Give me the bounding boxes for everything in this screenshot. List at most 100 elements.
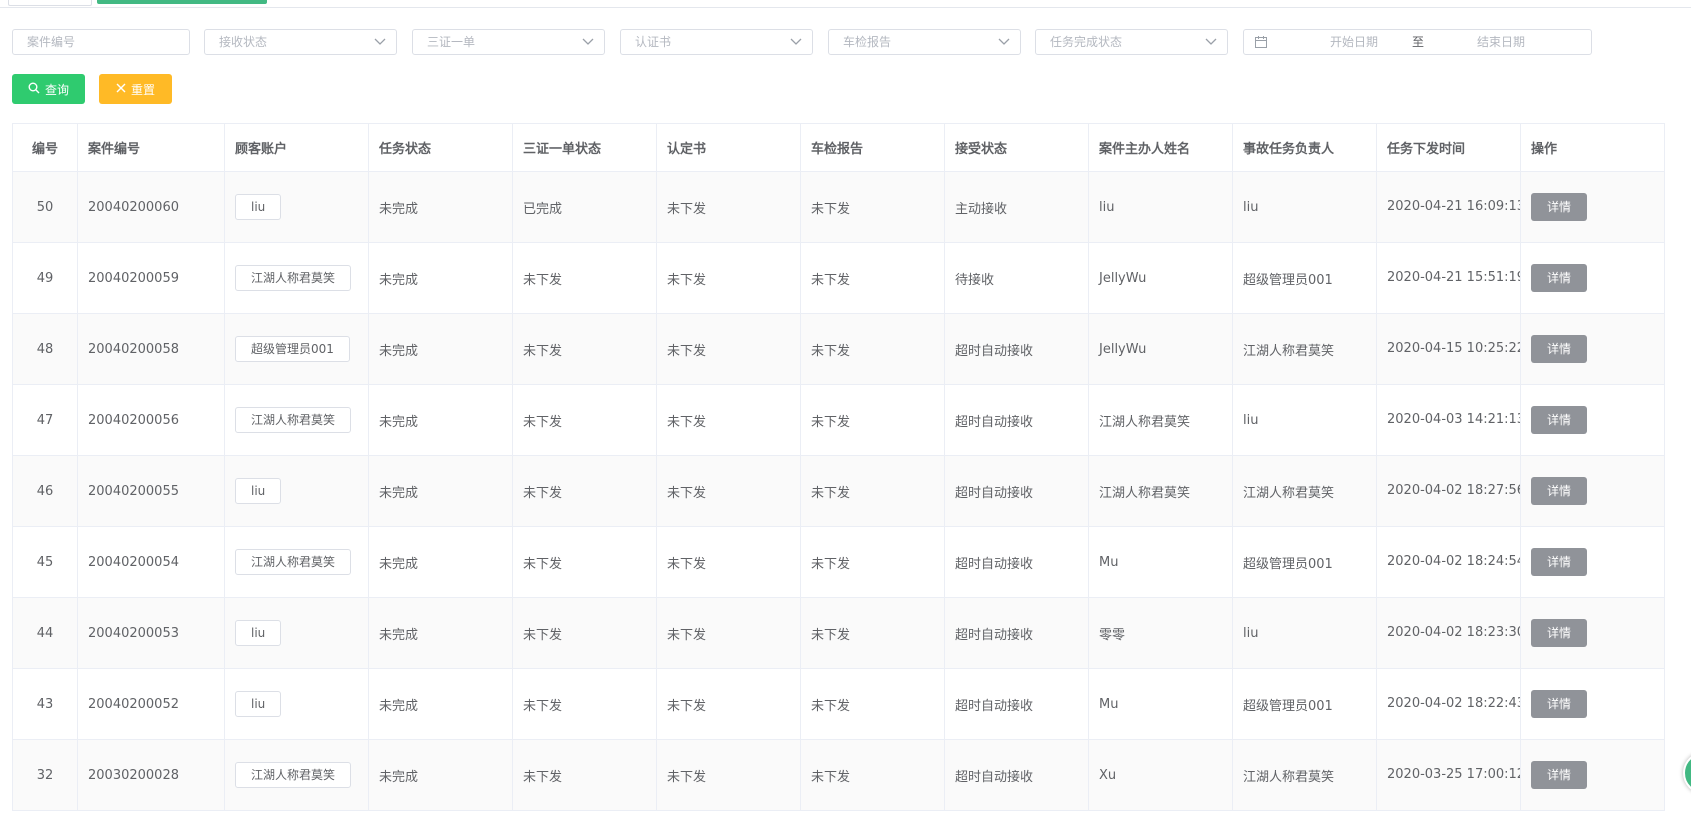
cell-cert: 未下发 — [656, 668, 801, 740]
search-icon — [28, 82, 40, 97]
cell-actions: 详情 — [1520, 668, 1665, 740]
column-header: 操作 — [1520, 123, 1665, 172]
cell-owner: 超级管理员001 — [1232, 668, 1377, 740]
cell-owner: liu — [1232, 384, 1377, 456]
cell-owner: 江湖人称君莫笑 — [1232, 455, 1377, 527]
cell-host: JellyWu — [1088, 313, 1233, 385]
cell-account: liu — [224, 171, 369, 243]
cell-task-status: 未完成 — [368, 526, 513, 598]
detail-button[interactable]: 详情 — [1531, 193, 1587, 221]
case-no-placeholder: 案件编号 — [27, 35, 76, 49]
end-date-input[interactable]: 结束日期 — [1456, 30, 1546, 54]
cell-three-cert: 未下发 — [512, 526, 657, 598]
tab-inactive[interactable] — [8, 0, 92, 6]
cell-time: 2020-04-03 14:21:13 — [1376, 384, 1521, 456]
query-button[interactable]: 查询 — [12, 74, 85, 104]
detail-button[interactable]: 详情 — [1531, 548, 1587, 576]
task-table: 编号 案件编号 顾客账户 任务状态 三证一单状态 认定书 车检报告 接受状态 案… — [12, 123, 1665, 811]
cell-vehicle-report: 未下发 — [800, 171, 945, 243]
column-header: 事故任务负责人 — [1232, 123, 1377, 172]
cell-cert: 未下发 — [656, 171, 801, 243]
query-label: 查询 — [44, 82, 69, 97]
cell-owner: 超级管理员001 — [1232, 526, 1377, 598]
cell-accept-status: 主动接收 — [944, 171, 1089, 243]
reset-button[interactable]: 重置 — [99, 74, 172, 104]
column-header: 车检报告 — [800, 123, 945, 172]
chevron-down-icon — [998, 30, 1010, 54]
cell-vehicle-report: 未下发 — [800, 384, 945, 456]
customer-account-tag[interactable]: 江湖人称君莫笑 — [235, 265, 352, 291]
cell-actions: 详情 — [1520, 597, 1665, 669]
table-row: 45 20040200054 江湖人称君莫笑 未完成 未下发 未下发 未下发 超时自动接收 Mu… — [12, 526, 1665, 598]
start-date-input[interactable]: 开始日期 — [1314, 30, 1394, 54]
receive-status-placeholder: 接收状态 — [219, 35, 268, 49]
date-range-picker[interactable]: 开始日期 至 结束日期 — [1243, 29, 1592, 55]
cell-owner: 江湖人称君莫笑 — [1232, 313, 1377, 385]
column-header: 案件编号 — [77, 123, 225, 172]
three-cert-placeholder: 三证一单 — [427, 35, 476, 49]
customer-account-tag[interactable]: 江湖人称君莫笑 — [235, 762, 352, 788]
cell-time: 2020-03-25 17:00:12 — [1376, 739, 1521, 811]
cell-task-status: 未完成 — [368, 171, 513, 243]
task-status-placeholder: 任务完成状态 — [1050, 35, 1123, 49]
floating-action-button[interactable] — [1683, 752, 1691, 794]
top-tab-bar — [0, 0, 1691, 8]
cell-accept-status: 超时自动接收 — [944, 668, 1089, 740]
cell-three-cert: 未下发 — [512, 455, 657, 527]
table-row: 32 20030200028 江湖人称君莫笑 未完成 未下发 未下发 未下发 超时自动接收 Xu… — [12, 739, 1665, 811]
cell-host: 江湖人称君莫笑 — [1088, 455, 1233, 527]
detail-button[interactable]: 详情 — [1531, 335, 1587, 363]
column-header: 接受状态 — [944, 123, 1089, 172]
cell-owner: 超级管理员001 — [1232, 242, 1377, 314]
customer-account-tag[interactable]: liu — [235, 478, 282, 504]
detail-button[interactable]: 详情 — [1531, 264, 1587, 292]
cell-three-cert: 未下发 — [512, 242, 657, 314]
chevron-down-icon — [790, 30, 802, 54]
cell-task-status: 未完成 — [368, 597, 513, 669]
customer-account-tag[interactable]: liu — [235, 194, 282, 220]
cell-case-no: 20040200056 — [77, 384, 225, 456]
customer-account-tag[interactable]: 江湖人称君莫笑 — [235, 549, 352, 575]
cell-accept-status: 待接收 — [944, 242, 1089, 314]
customer-account-tag[interactable]: 超级管理员001 — [235, 336, 350, 362]
cell-host: liu — [1088, 171, 1233, 243]
detail-button[interactable]: 详情 — [1531, 477, 1587, 505]
cell-host: Mu — [1088, 526, 1233, 598]
detail-button[interactable]: 详情 — [1531, 761, 1587, 789]
close-icon — [116, 82, 126, 96]
cell-owner: liu — [1232, 597, 1377, 669]
cell-actions: 详情 — [1520, 242, 1665, 314]
table-row: 44 20040200053 liu 未完成 未下发 未下发 未下发 超时自动接收 零零 liu 2… — [12, 597, 1665, 669]
customer-account-tag[interactable]: liu — [235, 620, 282, 646]
customer-account-tag[interactable]: liu — [235, 691, 282, 717]
three-cert-select[interactable]: 三证一单 — [412, 29, 605, 55]
table-header-row: 编号 案件编号 顾客账户 任务状态 三证一单状态 认定书 车检报告 接受状态 案… — [12, 123, 1665, 172]
cell-id: 50 — [12, 171, 78, 243]
detail-button[interactable]: 详情 — [1531, 690, 1587, 718]
task-status-select[interactable]: 任务完成状态 — [1035, 29, 1228, 55]
table-row: 43 20040200052 liu 未完成 未下发 未下发 未下发 超时自动接收 Mu 超级管理… — [12, 668, 1665, 740]
cell-task-status: 未完成 — [368, 455, 513, 527]
cell-accept-status: 超时自动接收 — [944, 739, 1089, 811]
cell-accept-status: 超时自动接收 — [944, 455, 1089, 527]
cell-cert: 未下发 — [656, 597, 801, 669]
cell-id: 46 — [12, 455, 78, 527]
cell-vehicle-report: 未下发 — [800, 526, 945, 598]
detail-button[interactable]: 详情 — [1531, 619, 1587, 647]
tab-active[interactable] — [97, 0, 267, 4]
cell-case-no: 20030200028 — [77, 739, 225, 811]
cell-account: 江湖人称君莫笑 — [224, 739, 369, 811]
column-header: 任务状态 — [368, 123, 513, 172]
cell-cert: 未下发 — [656, 455, 801, 527]
cert-placeholder: 认证书 — [635, 35, 672, 49]
cert-select[interactable]: 认证书 — [620, 29, 813, 55]
vehicle-report-select[interactable]: 车检报告 — [828, 29, 1021, 55]
cell-case-no: 20040200059 — [77, 242, 225, 314]
detail-button[interactable]: 详情 — [1531, 406, 1587, 434]
cell-case-no: 20040200054 — [77, 526, 225, 598]
case-no-input[interactable]: 案件编号 — [12, 29, 190, 55]
customer-account-tag[interactable]: 江湖人称君莫笑 — [235, 407, 352, 433]
cell-three-cert: 未下发 — [512, 668, 657, 740]
cell-three-cert: 已完成 — [512, 171, 657, 243]
receive-status-select[interactable]: 接收状态 — [204, 29, 397, 55]
